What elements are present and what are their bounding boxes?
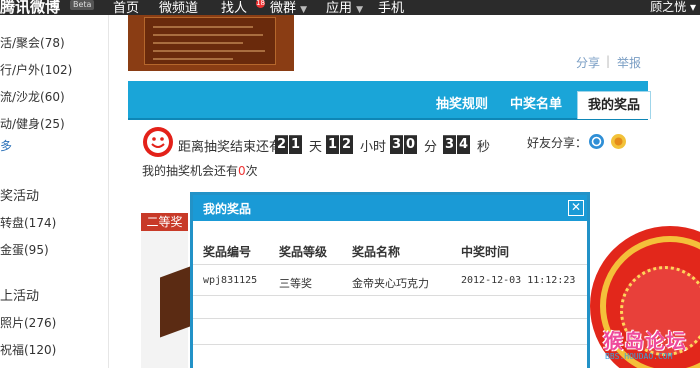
close-icon[interactable]: ✕ (568, 200, 584, 216)
cell-prize-level: 三等奖 (279, 277, 312, 290)
sidebar-item[interactable]: 动/健身(25) (0, 115, 65, 132)
notification-badge: 18 (256, 0, 265, 8)
countdown-digit: 1 (326, 135, 339, 154)
lottery-tab-bar: 抽奖规则 中奖名单 我的奖品 (128, 81, 652, 120)
dialog-header: 我的奖品 ✕ (193, 195, 587, 221)
countdown-label: 距离抽奖结束还有 (178, 140, 283, 155)
col-header-prize-id: 奖品编号 (203, 245, 252, 259)
sidebar-item[interactable]: 活/聚会(78) (0, 34, 65, 51)
top-nav-bar: 腾讯微博 Beta 首页 微频道 找人 18 微群 ▼ 应用 ▼ 手机 顾之恍 … (0, 0, 700, 16)
sidebar-more-link[interactable]: 多 (0, 137, 12, 154)
sidebar: 活/聚会(78) 行/户外(102) 流/沙龙(60) 动/健身(25) 多 奖… (0, 15, 108, 368)
col-header-win-time: 中奖时间 (461, 245, 510, 259)
countdown-digit: 0 (404, 135, 417, 154)
countdown-digit: 4 (457, 135, 470, 154)
second-unit: 秒 (477, 140, 491, 155)
col-header-prize-level: 奖品等级 (279, 245, 328, 259)
hour-unit: 小时 (360, 140, 387, 155)
watermark-sub: BBS.HOUDAO.COM (605, 352, 673, 361)
countdown-digit: 2 (340, 135, 353, 154)
nav-groups-label: 微群 (270, 1, 297, 16)
cell-prize-id: wpj831125 (203, 275, 258, 286)
banner-panel (144, 17, 276, 65)
prize-image (160, 266, 190, 338)
nav-home[interactable]: 首页 (113, 0, 139, 16)
chances-prefix: 我的抽奖机会还有 (142, 164, 239, 178)
sidebar-section-title: 上活动 (0, 289, 40, 304)
col-header-prize-name: 奖品名称 (352, 245, 401, 259)
nav-apps[interactable]: 应用 ▼ (326, 0, 363, 16)
smiley-icon (143, 127, 173, 157)
sidebar-item[interactable]: 祝福(120) (0, 341, 56, 358)
tab-rules[interactable]: 抽奖规则 (436, 93, 488, 112)
row-divider (193, 318, 587, 319)
nav-channels[interactable]: 微频道 (159, 0, 198, 16)
beta-badge: Beta (70, 0, 95, 10)
sidebar-item[interactable]: 照片(276) (0, 314, 56, 331)
countdown-digit: 2 (275, 135, 288, 154)
chances-suffix: 次 (245, 164, 258, 178)
site-watermark: 猴岛论坛 BBS.HOUDAO.COM (603, 325, 698, 368)
tab-my-prizes[interactable]: 我的奖品 (577, 91, 652, 119)
chevron-down-icon: ▼ (356, 5, 364, 15)
friend-share-label: 好友分享： (527, 136, 588, 150)
friends-share-icon[interactable] (611, 134, 626, 149)
countdown-digit: 1 (289, 135, 302, 154)
my-prizes-dialog: 我的奖品 ✕ 奖品编号 奖品等级 奖品名称 中奖时间 wpj831125 三等奖… (190, 192, 590, 368)
countdown-digit: 3 (443, 135, 456, 154)
qzone-share-icon[interactable] (589, 134, 604, 149)
tab-winners[interactable]: 中奖名单 (510, 93, 562, 112)
sidebar-divider (108, 15, 109, 368)
countdown-digit: 3 (390, 135, 403, 154)
cell-prize-name: 金帝夹心巧克力 (352, 277, 429, 290)
report-link[interactable]: 举报 (617, 54, 641, 71)
sidebar-item[interactable]: 行/户外(102) (0, 61, 72, 78)
link-separator: | (606, 54, 611, 68)
row-divider (193, 344, 587, 345)
row-divider (193, 264, 587, 265)
nav-apps-label: 应用 (326, 1, 353, 16)
nav-find-people[interactable]: 找人 (221, 0, 247, 16)
nav-mobile[interactable]: 手机 (378, 0, 404, 16)
minute-unit: 分 (424, 140, 438, 155)
event-banner-image (128, 15, 294, 71)
sidebar-section-title: 奖活动 (0, 189, 40, 204)
cell-win-time: 2012-12-03 11:12:23 (461, 275, 576, 286)
sidebar-item[interactable]: 金蛋(95) (0, 241, 49, 258)
chances-count: 0 (238, 164, 246, 178)
chevron-down-icon: ▼ (300, 5, 308, 15)
share-link[interactable]: 分享 (576, 54, 600, 71)
day-unit: 天 (309, 140, 323, 155)
sidebar-item[interactable]: 流/沙龙(60) (0, 88, 65, 105)
nav-groups[interactable]: 微群 ▼ (270, 0, 307, 16)
dialog-title: 我的奖品 (203, 202, 252, 216)
prize-level-tag: 二等奖 (141, 213, 188, 231)
user-menu[interactable]: 顾之恍 ▾ (650, 0, 696, 15)
watermark-main: 猴岛论坛 (603, 329, 687, 353)
row-divider (193, 295, 587, 296)
sidebar-item[interactable]: 转盘(174) (0, 214, 56, 231)
remaining-chances: 我的抽奖机会还有0次 (142, 162, 258, 179)
